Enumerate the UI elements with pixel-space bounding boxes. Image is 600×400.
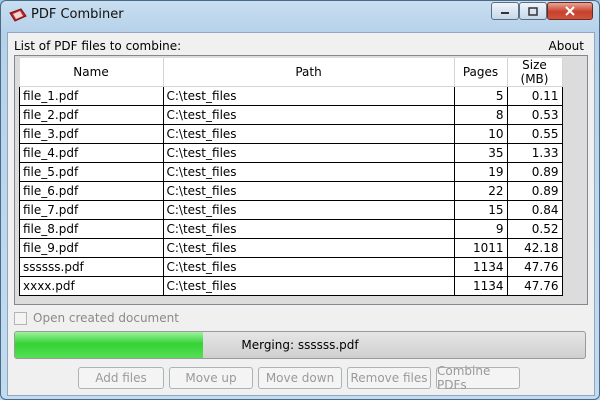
combine-pdfs-button[interactable]: Combine PDFs: [436, 364, 520, 392]
minimize-button[interactable]: [491, 2, 519, 20]
cell-name: file_3.pdf: [19, 124, 164, 144]
cell-size: 0.89: [506, 162, 563, 182]
cell-name: file_7.pdf: [19, 200, 164, 220]
cell-pages: 35: [453, 143, 508, 163]
pdf-icon: [9, 8, 27, 22]
cell-path: C:\test_files: [162, 200, 455, 220]
cell-name: file_2.pdf: [19, 105, 164, 125]
main-panel: List of PDF files to combine: About Name…: [7, 32, 595, 396]
cell-path: C:\test_files: [162, 124, 455, 144]
table-row[interactable]: file_9.pdf C:\test_files 1011 42.18: [19, 238, 563, 258]
table-row[interactable]: file_7.pdf C:\test_files 15 0.84: [19, 200, 563, 220]
cell-name: file_9.pdf: [19, 238, 164, 258]
column-header-pages[interactable]: Pages: [454, 58, 508, 87]
column-header-path[interactable]: Path: [163, 58, 455, 87]
cell-pages: 9: [453, 219, 508, 239]
progress-text: Merging: ssssss.pdf: [241, 338, 359, 352]
cell-size: 0.89: [506, 181, 563, 201]
table-row[interactable]: ssssss.pdf C:\test_files 1134 47.76: [19, 257, 563, 277]
merge-progress-bar: Merging: ssssss.pdf: [14, 331, 586, 359]
move-down-button[interactable]: Move down: [258, 367, 342, 389]
cell-size: 42.18: [506, 238, 563, 258]
cell-name: xxxx.pdf: [19, 276, 164, 296]
cell-pages: 8: [453, 105, 508, 125]
column-header-size[interactable]: Size (MB): [507, 58, 563, 87]
file-table: Name Path Pages Size (MB) file_1.pdf C:\t…: [19, 58, 563, 296]
cell-size: 0.53: [506, 105, 563, 125]
cell-pages: 15: [453, 200, 508, 220]
cell-pages: 22: [453, 181, 508, 201]
close-button[interactable]: [547, 2, 593, 20]
file-grid[interactable]: Name Path Pages Size (MB) file_1.pdf C:\t…: [14, 55, 588, 305]
open-created-checkbox[interactable]: [14, 311, 27, 325]
cell-size: 0.11: [506, 86, 563, 106]
maximize-button[interactable]: [519, 2, 547, 20]
add-files-button[interactable]: Add files: [78, 367, 164, 389]
minimize-icon: [501, 12, 509, 14]
cell-name: file_8.pdf: [19, 219, 164, 239]
table-row[interactable]: file_1.pdf C:\test_files 5 0.11: [19, 86, 563, 106]
cell-path: C:\test_files: [162, 181, 455, 201]
cell-path: C:\test_files: [162, 143, 455, 163]
cell-pages: 5: [453, 86, 508, 106]
cell-size: 0.52: [506, 219, 563, 239]
cell-pages: 1134: [453, 276, 508, 296]
close-icon: [565, 6, 575, 16]
window-title: PDF Combiner: [31, 7, 124, 22]
cell-name: file_1.pdf: [19, 86, 164, 106]
cell-name: ssssss.pdf: [19, 257, 164, 277]
table-row[interactable]: xxxx.pdf C:\test_files 1134 47.76: [19, 276, 563, 296]
about-link[interactable]: About: [549, 39, 584, 53]
cell-path: C:\test_files: [162, 219, 455, 239]
cell-path: C:\test_files: [162, 238, 455, 258]
cell-name: file_5.pdf: [19, 162, 164, 182]
action-buttons: Add files Move up Move down Remove files…: [78, 364, 520, 392]
title-bar[interactable]: PDF Combiner: [1, 1, 599, 29]
move-up-button[interactable]: Move up: [169, 367, 253, 389]
cell-path: C:\test_files: [162, 86, 455, 106]
table-row[interactable]: file_8.pdf C:\test_files 9 0.52: [19, 219, 563, 239]
open-created-label: Open created document: [33, 311, 179, 325]
cell-path: C:\test_files: [162, 257, 455, 277]
header-row: Name Path Pages Size (MB): [19, 58, 563, 87]
cell-path: C:\test_files: [162, 162, 455, 182]
cell-name: file_4.pdf: [19, 143, 164, 163]
app-window: PDF Combiner List of PDF files to combin…: [0, 0, 600, 400]
cell-pages: 1011: [453, 238, 508, 258]
cell-name: file_6.pdf: [19, 181, 164, 201]
cell-size: 1.33: [506, 143, 563, 163]
cell-pages: 1134: [453, 257, 508, 277]
list-label: List of PDF files to combine:: [14, 39, 182, 53]
table-row[interactable]: file_6.pdf C:\test_files 22 0.89: [19, 181, 563, 201]
table-row[interactable]: file_4.pdf C:\test_files 35 1.33: [19, 143, 563, 163]
table-row[interactable]: file_3.pdf C:\test_files 10 0.55: [19, 124, 563, 144]
remove-files-button[interactable]: Remove files: [347, 367, 431, 389]
table-row[interactable]: file_5.pdf C:\test_files 19 0.89: [19, 162, 563, 182]
cell-pages: 19: [453, 162, 508, 182]
cell-path: C:\test_files: [162, 105, 455, 125]
cell-size: 0.55: [506, 124, 563, 144]
cell-pages: 10: [453, 124, 508, 144]
cell-size: 0.84: [506, 200, 563, 220]
column-header-name[interactable]: Name: [19, 58, 164, 87]
table-body: file_1.pdf C:\test_files 5 0.11 file_2.pdf C…: [19, 86, 563, 296]
cell-size: 47.76: [506, 257, 563, 277]
cell-path: C:\test_files: [162, 276, 455, 296]
open-created-option[interactable]: Open created document: [14, 311, 179, 325]
cell-size: 47.76: [506, 276, 563, 296]
table-row[interactable]: file_2.pdf C:\test_files 8 0.53: [19, 105, 563, 125]
maximize-icon: [528, 6, 538, 16]
